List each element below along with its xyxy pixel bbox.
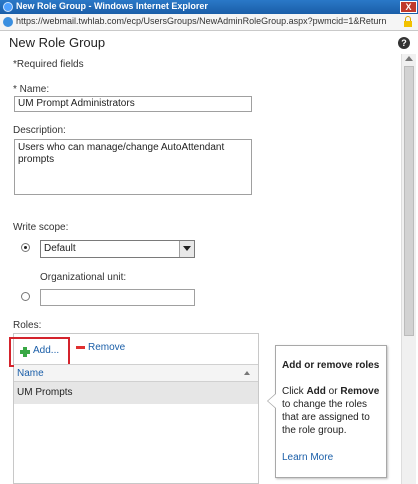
org-unit-label: Organizational unit: (40, 272, 127, 283)
radio-default-scope[interactable] (21, 243, 30, 252)
vertical-scrollbar[interactable] (401, 54, 416, 484)
required-note: *Required fields (13, 59, 84, 70)
ie-icon (3, 2, 13, 12)
remove-roles-button[interactable]: Remove (88, 342, 125, 353)
callout-body: Click Add or Remove to change the roles … (282, 385, 386, 437)
callout-pointer-inner (268, 394, 276, 408)
name-label: * Name: (13, 84, 50, 95)
dialog-title: New Role Group (9, 35, 106, 50)
callout-text-2: or (325, 386, 341, 397)
scroll-thumb[interactable] (404, 66, 414, 336)
column-header-name: Name (17, 368, 44, 379)
callout-text-1: Click (282, 386, 307, 397)
role-name: UM Prompts (17, 387, 73, 398)
callout-title: Add or remove roles (282, 360, 380, 371)
learn-more-link[interactable]: Learn More (282, 452, 333, 463)
callout-add-word: Add (306, 386, 326, 397)
radio-org-unit[interactable] (21, 292, 30, 301)
sort-arrow-icon (244, 371, 250, 375)
callout-remove-word: Remove (340, 386, 380, 397)
write-scope-select[interactable]: Default (40, 240, 195, 258)
description-label: Description: (13, 125, 66, 136)
lock-icon[interactable] (404, 16, 412, 27)
ie-page-icon (3, 17, 13, 27)
roles-column-header[interactable]: Name (14, 364, 258, 382)
name-field[interactable]: UM Prompt Administrators (14, 96, 252, 112)
minus-icon (76, 346, 85, 349)
description-field[interactable]: Users who can manage/change AutoAttendan… (14, 139, 252, 195)
help-callout: Add or remove roles Click Add or Remove … (275, 345, 387, 478)
callout-text-3: to change the roles that are assigned to… (282, 399, 370, 436)
add-roles-button[interactable]: Add... (9, 337, 70, 367)
write-scope-label: Write scope: (13, 222, 69, 233)
chevron-down-icon[interactable] (179, 241, 194, 257)
scroll-up-arrow-icon[interactable] (405, 56, 413, 61)
table-row[interactable]: UM Prompts (14, 382, 258, 404)
window-title: New Role Group - Windows Internet Explor… (16, 1, 208, 11)
add-button-label: Add... (33, 345, 60, 356)
window-titlebar: New Role Group - Windows Internet Explor… (0, 0, 418, 14)
plus-icon (20, 347, 30, 357)
write-scope-selected: Default (44, 243, 76, 254)
org-unit-field[interactable] (40, 289, 195, 306)
address-bar: https://webmail.twhlab.com/ecp/UsersGrou… (0, 14, 418, 31)
close-icon[interactable]: X (400, 1, 417, 13)
help-icon[interactable]: ? (398, 37, 410, 49)
roles-label: Roles: (13, 320, 42, 331)
url-text[interactable]: https://webmail.twhlab.com/ecp/UsersGrou… (16, 16, 386, 26)
